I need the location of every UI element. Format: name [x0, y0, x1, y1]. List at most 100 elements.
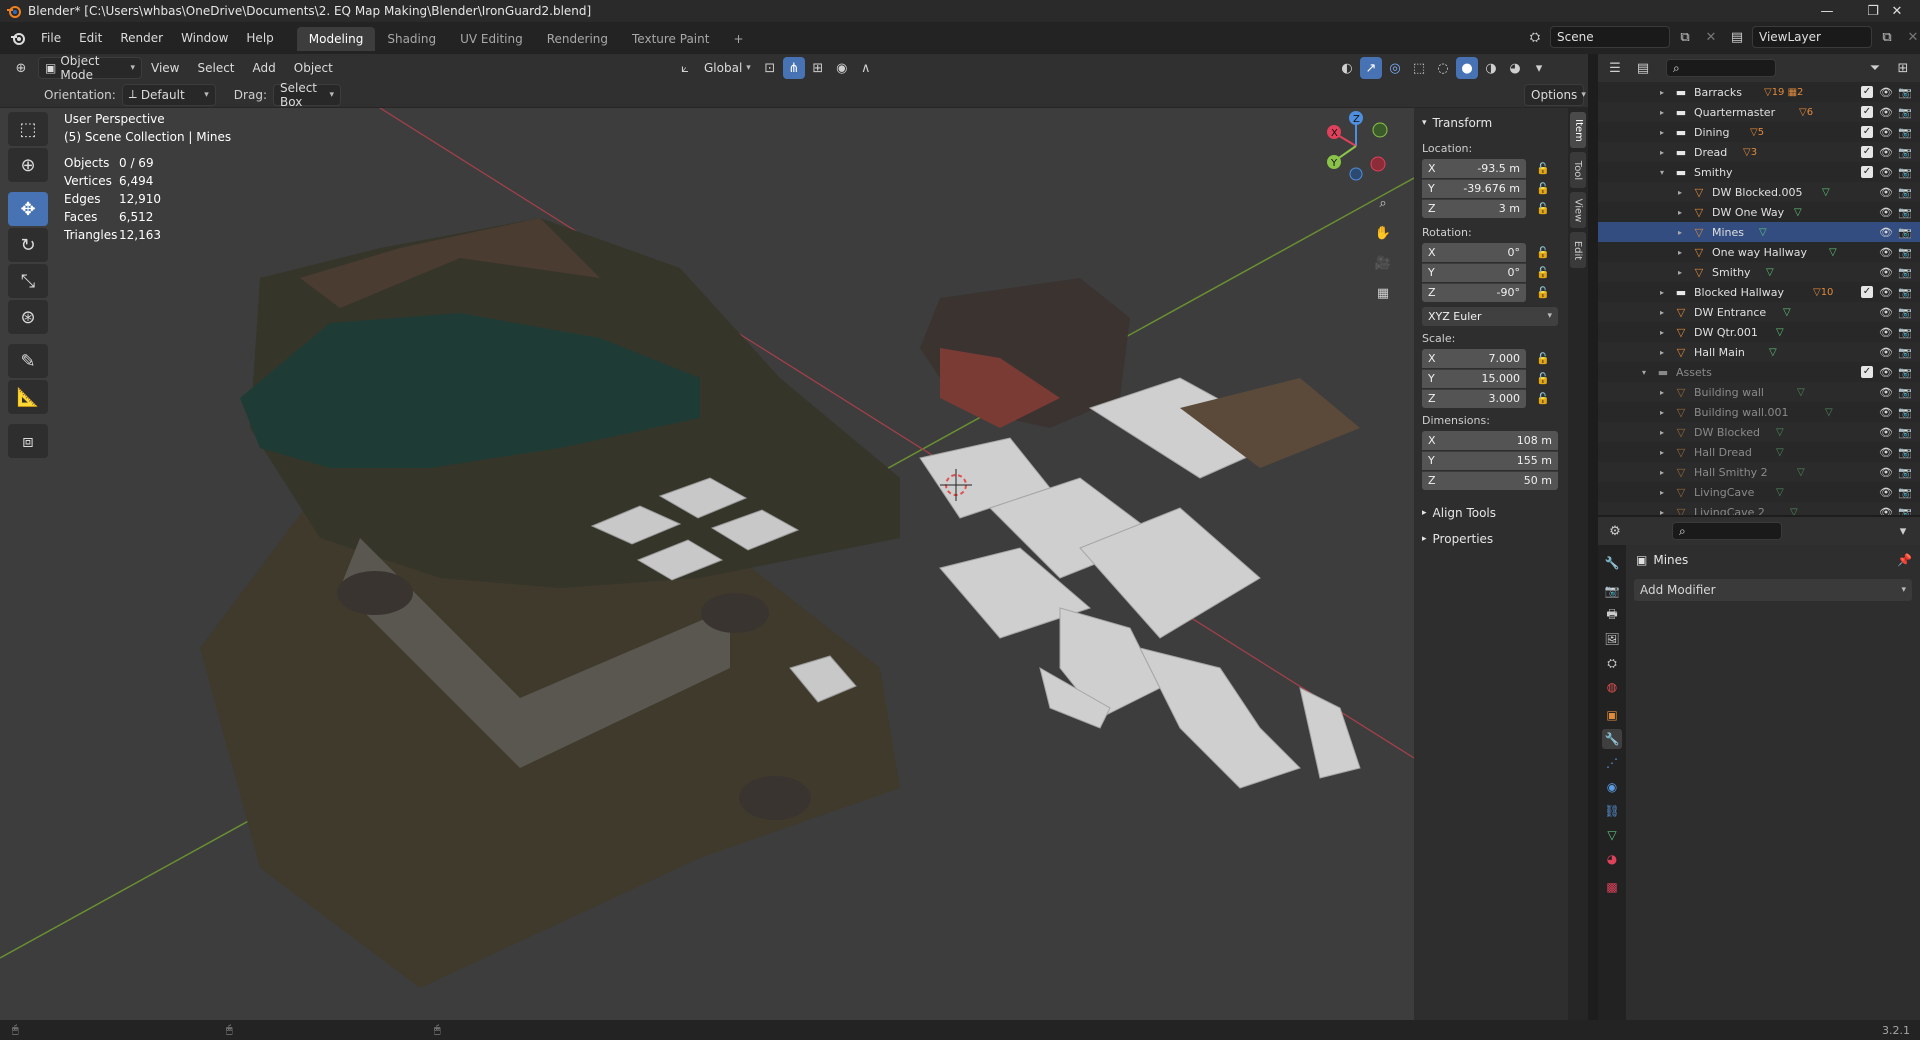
world-tab-icon[interactable]: ◍ [1602, 677, 1622, 697]
menu-file[interactable]: File [32, 22, 70, 54]
outliner-row[interactable]: ▸ ▽ Hall Smithy 2 ▽ 👁 📷 [1598, 462, 1920, 482]
measure-tool-icon[interactable]: 📐 [8, 380, 48, 414]
outliner-row[interactable]: ▸ ▽ LivingCave ▽ 👁 📷 [1598, 482, 1920, 502]
lock-icon[interactable]: 🔓 [1534, 286, 1552, 299]
visibility-eye-icon[interactable]: 👁 [1879, 266, 1893, 279]
visibility-eye-icon[interactable]: 👁 [1879, 186, 1893, 199]
material-tab-icon[interactable]: ◕ [1602, 849, 1622, 869]
visibility-eye-icon[interactable]: 👁 [1879, 406, 1893, 419]
particles-tab-icon[interactable]: ⋰ [1602, 753, 1622, 773]
scale-tool-icon[interactable]: ⤡ [8, 264, 48, 298]
exclude-checkbox[interactable]: ✓ [1861, 106, 1873, 118]
menu-edit[interactable]: Edit [70, 22, 111, 54]
new-scene-icon[interactable]: ⧉ [1674, 26, 1696, 48]
outliner-row[interactable]: ▾ ▬ Smithy ✓ 👁 📷 [1598, 162, 1920, 182]
chevron-down-icon[interactable]: ▾ [1656, 168, 1668, 177]
blender-menu-icon[interactable] [10, 30, 26, 46]
lock-icon[interactable]: 🔓 [1534, 246, 1552, 259]
lock-icon[interactable]: 🔓 [1534, 372, 1552, 385]
outliner-search-input[interactable]: ⌕ [1666, 59, 1776, 77]
transform-orientation-dropdown[interactable]: Global ▾ [698, 57, 757, 79]
tab-texture-paint[interactable]: Texture Paint [620, 27, 721, 51]
visibility-eye-icon[interactable]: 👁 [1879, 86, 1893, 99]
move-tool-icon[interactable]: ✥ [8, 192, 48, 226]
mode-dropdown[interactable]: ▣ Object Mode ▾ [38, 54, 142, 82]
dimension-x-field[interactable]: X 108 m [1422, 430, 1558, 450]
pan-hand-icon[interactable]: ✋ [1372, 222, 1394, 244]
outliner-row[interactable]: ▸ ▽ Mines ▽ 👁 📷 [1598, 222, 1920, 242]
dimension-z-field[interactable]: Z 50 m [1422, 470, 1558, 490]
output-tab-icon[interactable]: 🖶 [1602, 605, 1622, 625]
visibility-eye-icon[interactable]: 👁 [1879, 286, 1893, 299]
visibility-eye-icon[interactable]: 👁 [1879, 346, 1893, 359]
exclude-checkbox[interactable]: ✓ [1861, 126, 1873, 138]
outliner-row[interactable]: ▸ ▽ DW Blocked ▽ 👁 📷 [1598, 422, 1920, 442]
chevron-right-icon[interactable]: ▸ [1656, 308, 1668, 317]
gizmo-neg-y-icon[interactable] [1372, 122, 1388, 138]
render-camera-icon[interactable]: 📷 [1898, 106, 1912, 119]
chevron-right-icon[interactable]: ▸ [1674, 228, 1686, 237]
visibility-eye-icon[interactable]: 👁 [1879, 486, 1893, 499]
exclude-checkbox[interactable]: ✓ [1861, 366, 1873, 378]
data-tab-icon[interactable]: ▽ [1602, 825, 1622, 845]
scale-x-field[interactable]: X 7.000 [1422, 348, 1526, 368]
lock-icon[interactable]: 🔓 [1534, 202, 1552, 215]
tab-rendering[interactable]: Rendering [535, 27, 620, 51]
rotation-y-field[interactable]: Y 0° [1422, 262, 1526, 282]
orthographic-toggle-icon[interactable]: ▦ [1372, 282, 1394, 304]
chevron-down-icon[interactable]: ▾ [1638, 368, 1650, 377]
render-camera-icon[interactable]: 📷 [1898, 506, 1912, 516]
rendered-shading-icon[interactable]: ◕ [1504, 57, 1526, 79]
outliner-row[interactable]: ▸ ▽ DW Blocked.005 ▽ 👁 📷 [1598, 182, 1920, 202]
new-collection-icon[interactable]: ⊞ [1892, 57, 1914, 79]
outliner-row[interactable]: ▸ ▽ LivingCave 2 ▽ 👁 📷 [1598, 502, 1920, 515]
snap-target-icon[interactable]: ⊞ [807, 57, 829, 79]
tab-edit[interactable]: Edit [1570, 232, 1586, 268]
chevron-right-icon[interactable]: ▸ [1656, 148, 1668, 157]
chevron-right-icon[interactable]: ▸ [1656, 428, 1668, 437]
scene-field[interactable]: Scene [1550, 26, 1670, 48]
outliner-row[interactable]: ▸ ▬ Dread ▽3 ✓ 👁 📷 [1598, 142, 1920, 162]
scale-y-field[interactable]: Y 15.000 [1422, 368, 1526, 388]
render-camera-icon[interactable]: 📷 [1898, 326, 1912, 339]
transform-header[interactable]: ▾ Transform [1414, 110, 1568, 136]
minimize-button[interactable]: — [1804, 0, 1850, 22]
render-camera-icon[interactable]: 📷 [1898, 266, 1912, 279]
proportional-edit-icon[interactable]: ◉ [831, 57, 853, 79]
render-tab-icon[interactable]: 📷 [1602, 581, 1622, 601]
render-camera-icon[interactable]: 📷 [1898, 126, 1912, 139]
delete-view-layer-icon[interactable]: ✕ [1902, 26, 1920, 48]
chevron-right-icon[interactable]: ▸ [1656, 88, 1668, 97]
outliner-row[interactable]: ▸ ▽ DW One Way ▽ 👁 📷 [1598, 202, 1920, 222]
chevron-right-icon[interactable]: ▸ [1656, 408, 1668, 417]
visibility-eye-icon[interactable]: 👁 [1879, 166, 1893, 179]
display-mode-icon[interactable]: ▤ [1632, 57, 1654, 79]
visibility-eye-icon[interactable]: 👁 [1879, 226, 1893, 239]
render-camera-icon[interactable]: 📷 [1898, 366, 1912, 379]
menu-view[interactable]: View [142, 52, 188, 84]
outliner-row[interactable]: ▸ ▽ Hall Main ▽ 👁 📷 [1598, 342, 1920, 362]
tab-tool[interactable]: Tool [1570, 152, 1586, 188]
chevron-right-icon[interactable]: ▸ [1656, 488, 1668, 497]
xray-toggle-icon[interactable]: ⬚ [1408, 57, 1430, 79]
pivot-point-icon[interactable]: ⊡ [759, 57, 781, 79]
options-dropdown[interactable]: Options ▾ [1524, 84, 1586, 106]
camera-view-icon[interactable]: 🎥 [1372, 252, 1394, 274]
visibility-eye-icon[interactable]: 👁 [1879, 366, 1893, 379]
visibility-eye-icon[interactable]: 👁 [1879, 126, 1893, 139]
outliner-row[interactable]: ▸ ▽ DW Qtr.001 ▽ 👁 📷 [1598, 322, 1920, 342]
exclude-checkbox[interactable]: ✓ [1861, 166, 1873, 178]
visibility-eye-icon[interactable]: 👁 [1879, 386, 1893, 399]
wireframe-shading-icon[interactable]: ◌ [1432, 57, 1454, 79]
pin-icon[interactable]: 📌 [1897, 553, 1912, 567]
material-shading-icon[interactable]: ◑ [1480, 57, 1502, 79]
visibility-eye-icon[interactable]: 👁 [1879, 246, 1893, 259]
zoom-icon[interactable]: ⌕ [1372, 192, 1394, 214]
drag-dropdown[interactable]: Select Box ▾ [272, 81, 341, 109]
outliner-row[interactable]: ▸ ▬ Quartermaster ▽6 ✓ 👁 📷 [1598, 102, 1920, 122]
visibility-eye-icon[interactable]: 👁 [1879, 306, 1893, 319]
editor-type-icon[interactable]: ☰ [1604, 57, 1626, 79]
view-layer-field[interactable]: ViewLayer [1752, 26, 1872, 48]
menu-help[interactable]: Help [237, 22, 282, 54]
tab-modeling[interactable]: Modeling [296, 27, 376, 51]
